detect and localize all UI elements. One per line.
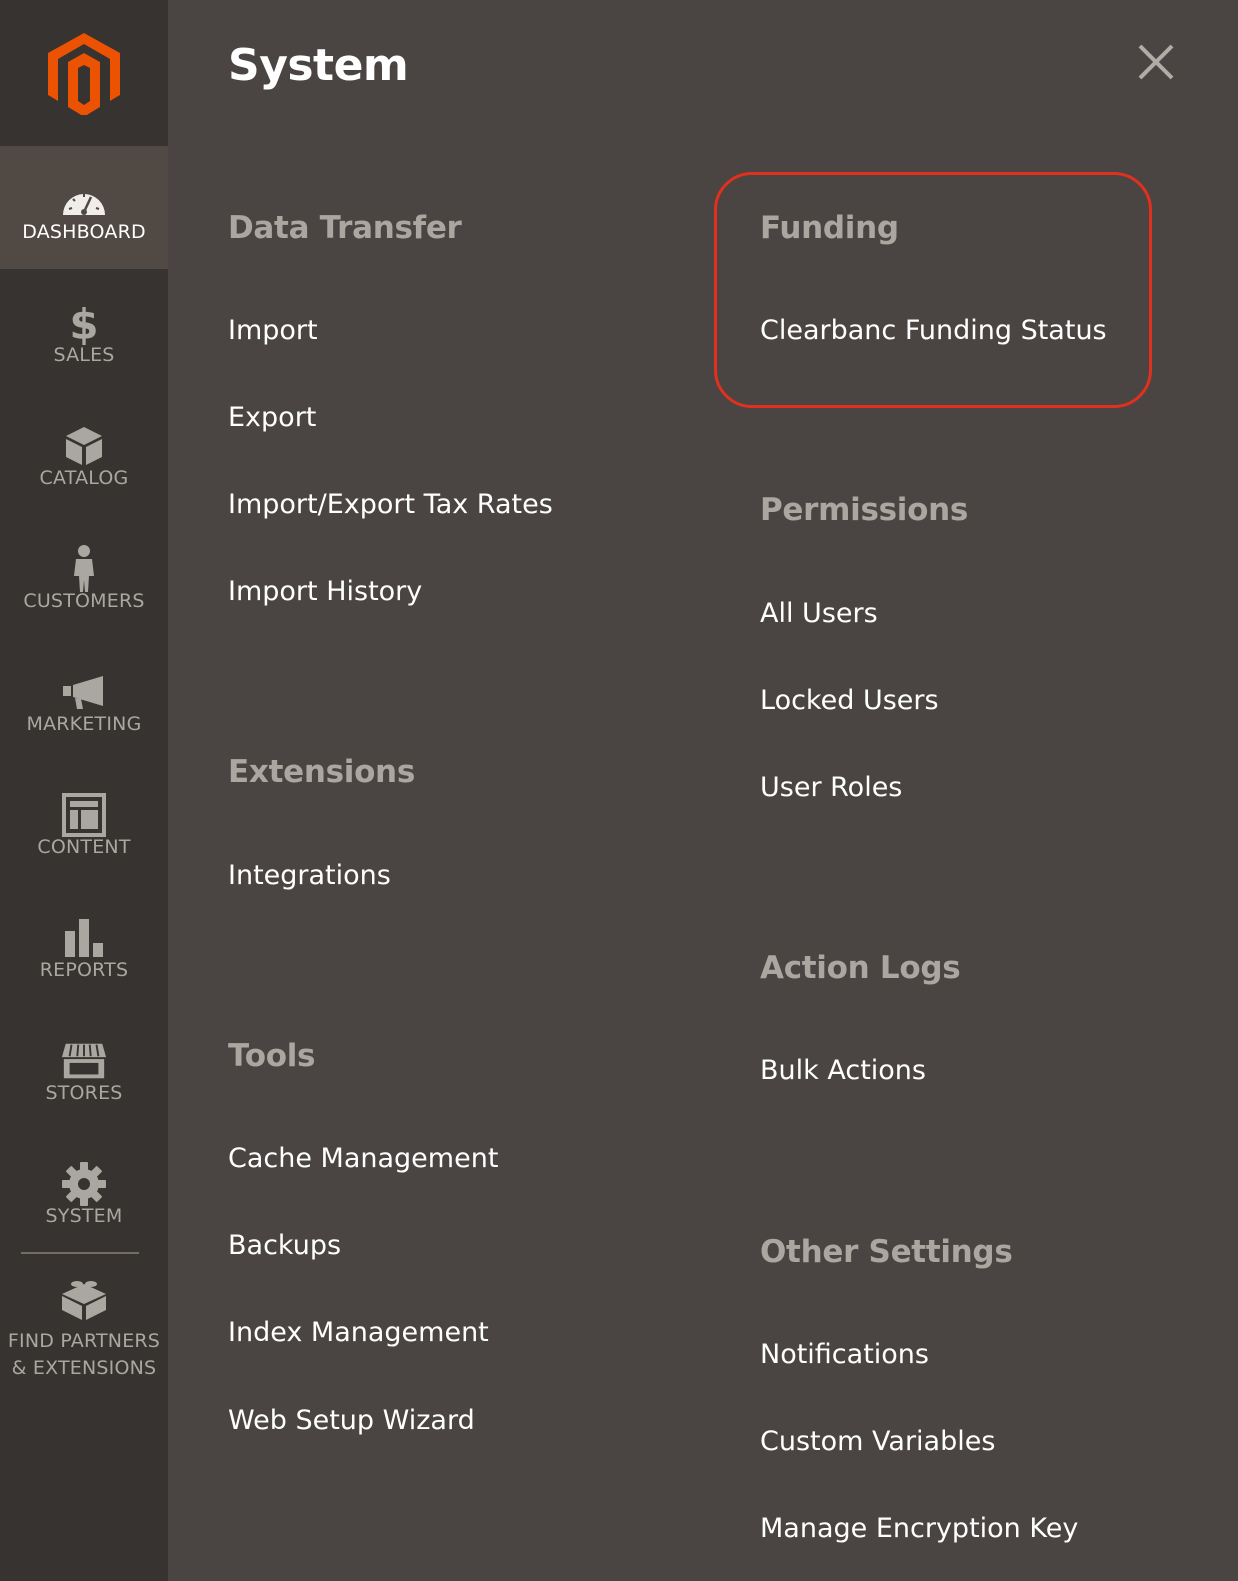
link-import-export-tax-rates[interactable]: Import/Export Tax Rates — [228, 487, 553, 523]
link-web-setup-wizard[interactable]: Web Setup Wizard — [228, 1403, 475, 1439]
sidebar-item-dashboard[interactable]: DASHBOARD — [0, 146, 168, 269]
sidebar-item-sales[interactable]: $ SALES — [0, 269, 168, 392]
sidebar-item-label: SALES — [53, 344, 115, 366]
close-icon — [1138, 44, 1174, 80]
section-title-tools: Tools — [228, 1038, 316, 1074]
sidebar-item-label: SYSTEM — [45, 1205, 123, 1227]
gear-icon — [60, 1160, 108, 1208]
section-title-extensions: Extensions — [228, 754, 415, 790]
person-icon — [60, 545, 108, 593]
link-backups[interactable]: Backups — [228, 1228, 341, 1264]
sidebar-item-label: CUSTOMERS — [23, 590, 145, 612]
sidebar-item-label: CATALOG — [39, 467, 129, 489]
partners-label-line1: FIND PARTNERS — [7, 1330, 161, 1352]
layout-icon — [60, 791, 108, 839]
sidebar-item-label: DASHBOARD — [22, 221, 146, 243]
magento-logo[interactable] — [0, 0, 168, 146]
sidebar-item-label: CONTENT — [37, 836, 131, 858]
link-clearbanc-funding-status[interactable]: Clearbanc Funding Status — [760, 313, 1107, 349]
section-title-other-settings: Other Settings — [760, 1234, 1013, 1270]
section-title-permissions: Permissions — [760, 492, 969, 528]
svg-text:$: $ — [69, 301, 98, 345]
link-all-users[interactable]: All Users — [760, 596, 878, 632]
link-manage-encryption-key[interactable]: Manage Encryption Key — [760, 1511, 1078, 1547]
sidebar-item-label: STORES — [45, 1082, 123, 1104]
sidebar-item-system[interactable]: SYSTEM — [0, 1130, 168, 1253]
magento-logo-icon — [48, 33, 120, 115]
sidebar-item-label: FIND PARTNERS & EXTENSIONS — [0, 1328, 168, 1382]
sidebar-item-stores[interactable]: STORES — [0, 1007, 168, 1130]
link-integrations[interactable]: Integrations — [228, 858, 391, 894]
link-custom-variables[interactable]: Custom Variables — [760, 1424, 995, 1460]
sidebar-item-marketing[interactable]: MARKETING — [0, 638, 168, 761]
close-button[interactable] — [1134, 40, 1178, 84]
box-icon — [60, 422, 108, 470]
page-title: System — [228, 40, 409, 91]
link-import[interactable]: Import — [228, 313, 318, 349]
sidebar-item-reports[interactable]: REPORTS — [0, 884, 168, 1007]
link-user-roles[interactable]: User Roles — [760, 770, 902, 806]
link-cache-management[interactable]: Cache Management — [228, 1141, 498, 1177]
sidebar-item-find-partners[interactable]: FIND PARTNERS & EXTENSIONS — [0, 1256, 168, 1396]
storefront-icon — [60, 1037, 108, 1085]
link-index-management[interactable]: Index Management — [228, 1315, 489, 1351]
sidebar-divider — [21, 1252, 139, 1254]
link-notifications[interactable]: Notifications — [760, 1337, 929, 1373]
dashboard-gauge-icon — [60, 176, 108, 224]
bar-chart-icon — [60, 914, 108, 962]
section-title-funding: Funding — [760, 210, 899, 246]
link-export[interactable]: Export — [228, 400, 316, 436]
lego-brick-icon — [60, 1274, 108, 1322]
section-title-action-logs: Action Logs — [760, 950, 961, 986]
sidebar-item-customers[interactable]: CUSTOMERS — [0, 515, 168, 638]
link-bulk-actions[interactable]: Bulk Actions — [760, 1053, 926, 1089]
megaphone-icon — [60, 668, 108, 716]
sidebar-item-label: REPORTS — [39, 959, 129, 981]
dollar-icon: $ — [60, 299, 108, 347]
sidebar-item-catalog[interactable]: CATALOG — [0, 392, 168, 515]
admin-sidebar: DASHBOARD $ SALES CATALOG CUSTOMERS MARK… — [0, 0, 168, 1581]
partners-label-line2: & EXTENSIONS — [11, 1357, 157, 1379]
link-import-history[interactable]: Import History — [228, 574, 422, 610]
link-locked-users[interactable]: Locked Users — [760, 683, 939, 719]
sidebar-item-label: MARKETING — [26, 713, 142, 735]
sidebar-item-content[interactable]: CONTENT — [0, 761, 168, 884]
section-title-data-transfer: Data Transfer — [228, 210, 462, 246]
